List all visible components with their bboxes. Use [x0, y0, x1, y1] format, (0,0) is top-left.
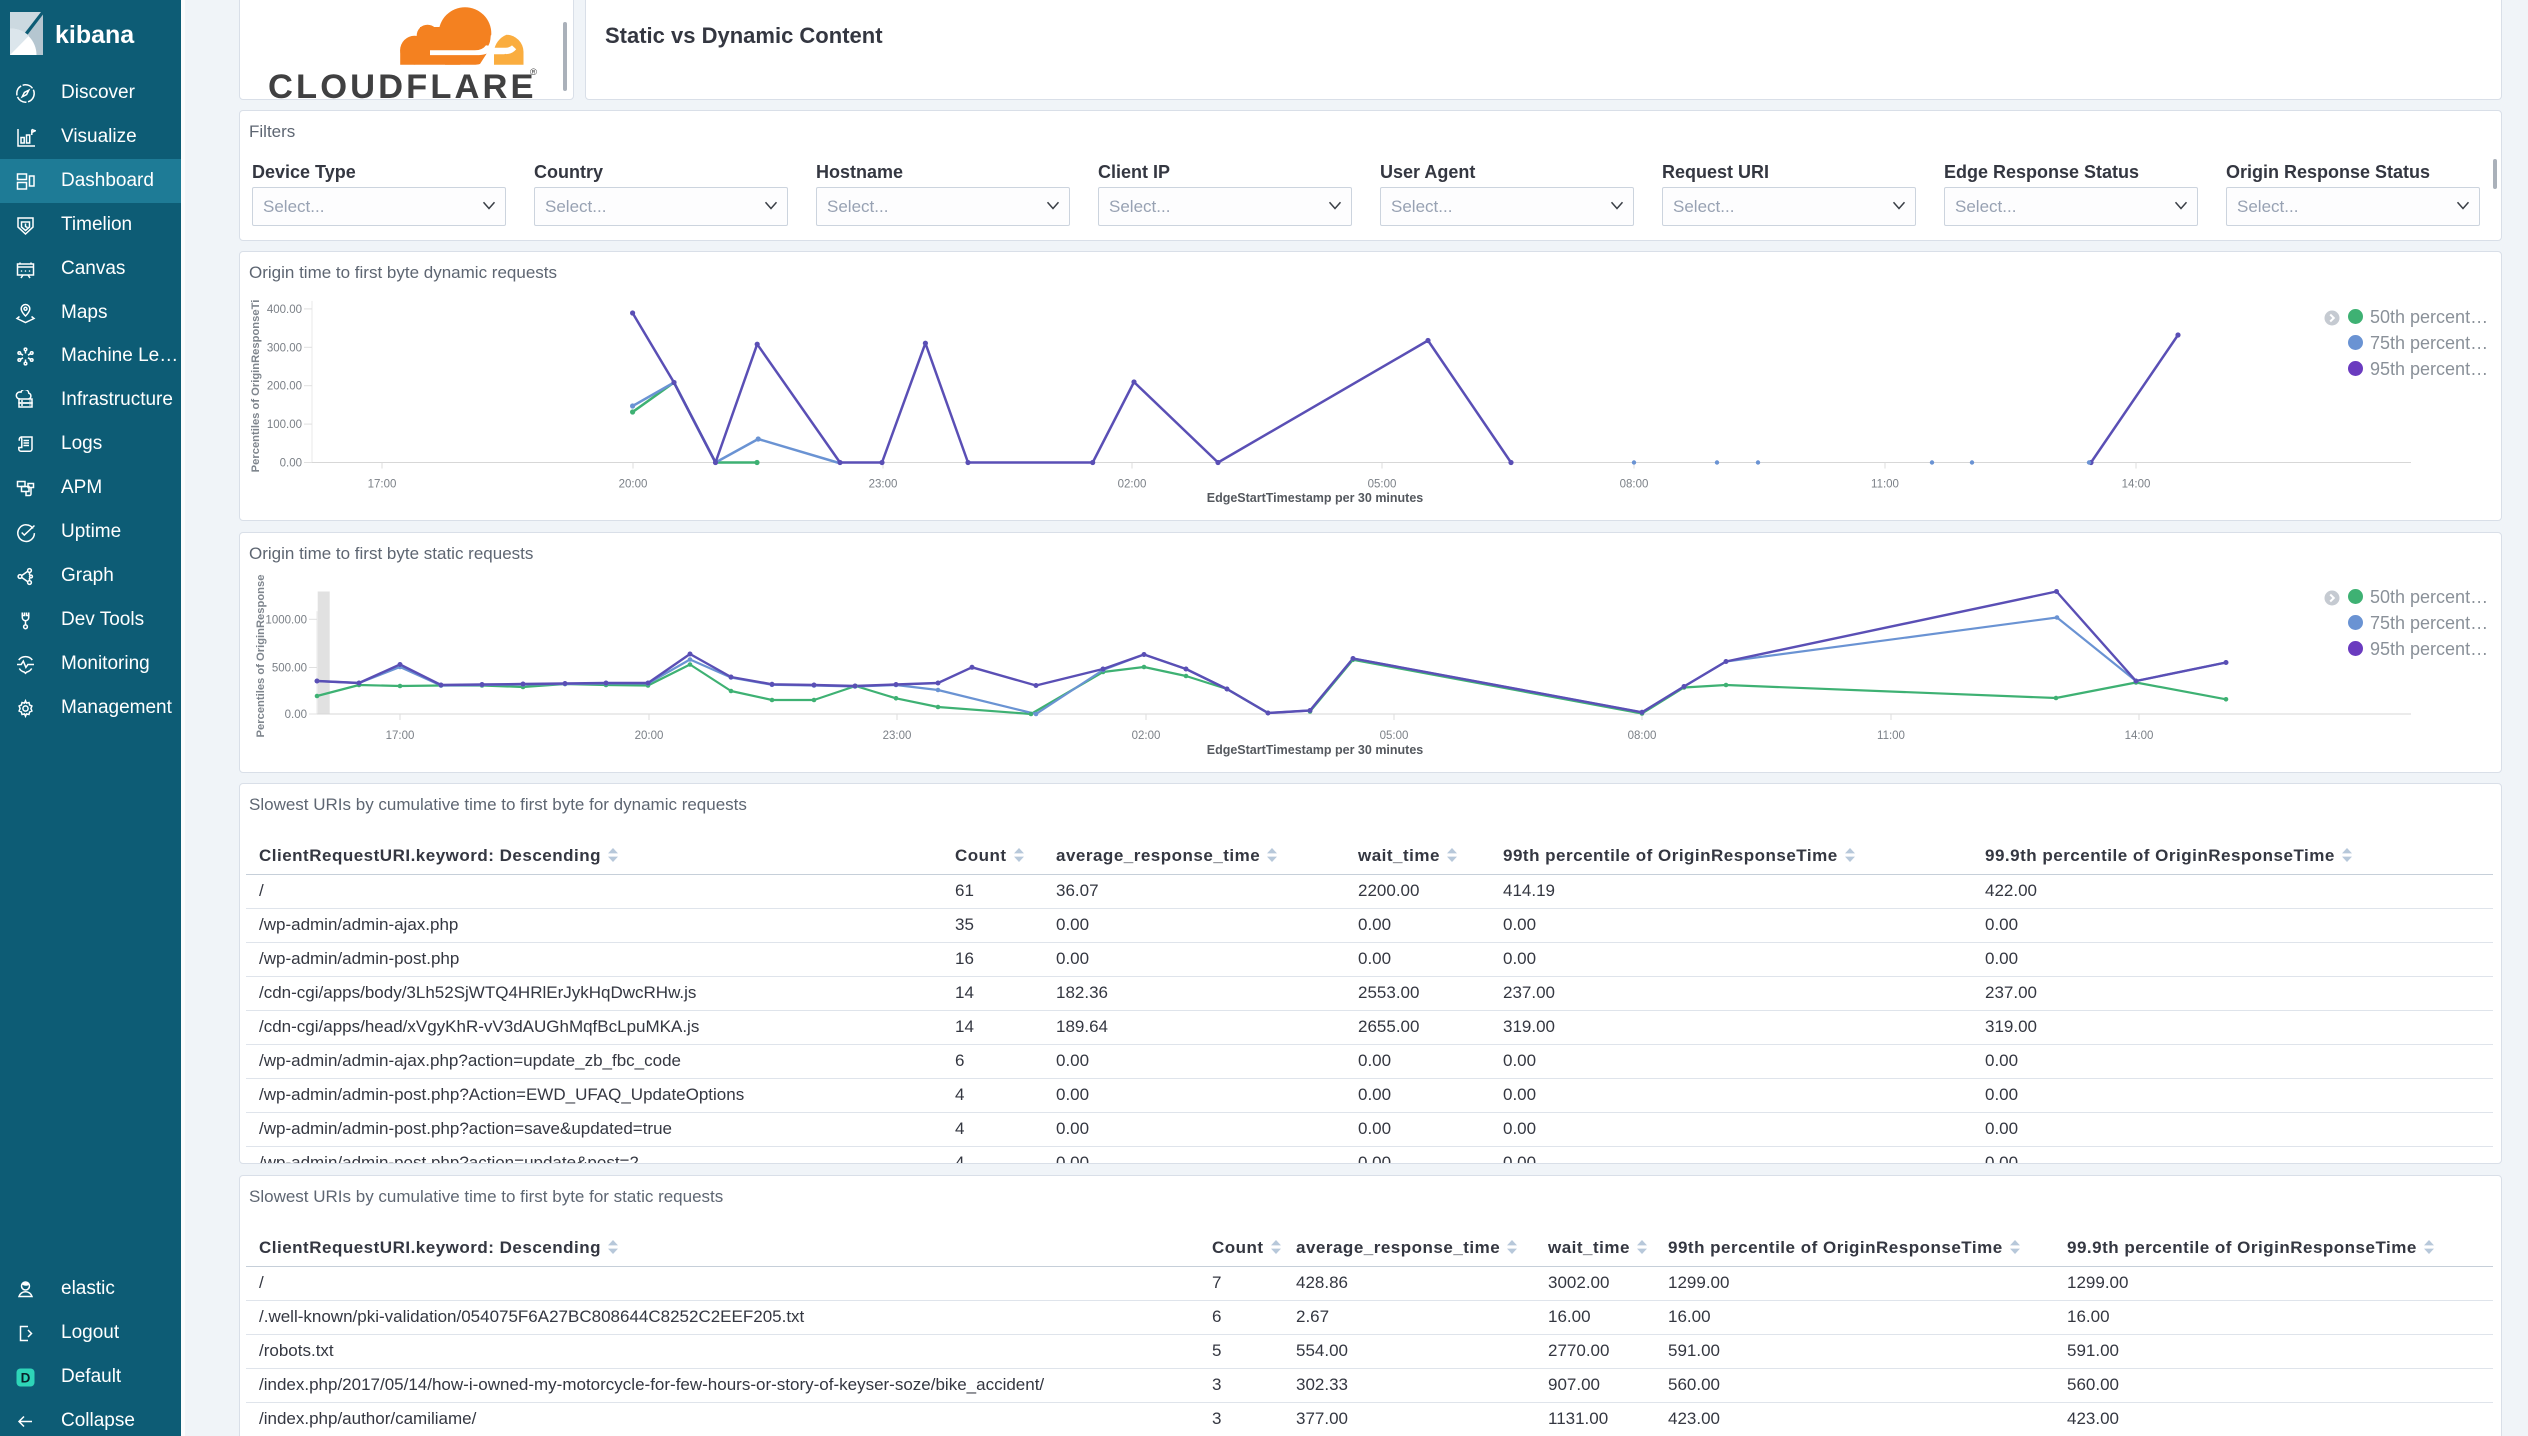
svg-text:300.00: 300.00: [267, 342, 302, 354]
svg-text:D: D: [21, 1370, 31, 1385]
svg-text:500.00: 500.00: [272, 663, 307, 675]
svg-text:17:00: 17:00: [386, 730, 415, 742]
svg-text:17:00: 17:00: [368, 479, 397, 491]
svg-text:14:00: 14:00: [2125, 730, 2154, 742]
svg-text:11:00: 11:00: [1877, 730, 1905, 742]
svg-text:200.00: 200.00: [267, 381, 302, 393]
svg-text:100.00: 100.00: [267, 419, 302, 431]
svg-text:0.00: 0.00: [285, 709, 307, 721]
svg-text:05:00: 05:00: [1380, 730, 1409, 742]
svg-text:CLOUDFLARE: CLOUDFLARE: [268, 68, 537, 100]
svg-text:05:00: 05:00: [1368, 479, 1397, 491]
svg-text:14:00: 14:00: [2122, 479, 2151, 491]
svg-text:11:00: 11:00: [1871, 479, 1899, 491]
svg-text:02:00: 02:00: [1118, 479, 1147, 491]
svg-text:400.00: 400.00: [267, 304, 302, 316]
svg-text:23:00: 23:00: [869, 479, 898, 491]
svg-text:EdgeStartTimestamp per 30 minu: EdgeStartTimestamp per 30 minutes: [1207, 491, 1424, 505]
svg-text:0.00: 0.00: [280, 458, 302, 470]
svg-text:EdgeStartTimestamp per 30 minu: EdgeStartTimestamp per 30 minutes: [1207, 743, 1424, 757]
svg-text:23:00: 23:00: [883, 730, 912, 742]
svg-text:08:00: 08:00: [1628, 730, 1657, 742]
svg-text:1000.00: 1000.00: [265, 614, 307, 626]
svg-text:02:00: 02:00: [1132, 730, 1161, 742]
svg-text:Percentiles of OriginResponseT: Percentiles of OriginResponseTi: [250, 300, 262, 473]
svg-text:20:00: 20:00: [635, 730, 664, 742]
svg-text:Percentiles of OriginResponse: Percentiles of OriginResponse: [255, 575, 267, 738]
svg-text:20:00: 20:00: [619, 479, 648, 491]
svg-text:08:00: 08:00: [1620, 479, 1649, 491]
svg-text:®: ®: [530, 67, 537, 78]
